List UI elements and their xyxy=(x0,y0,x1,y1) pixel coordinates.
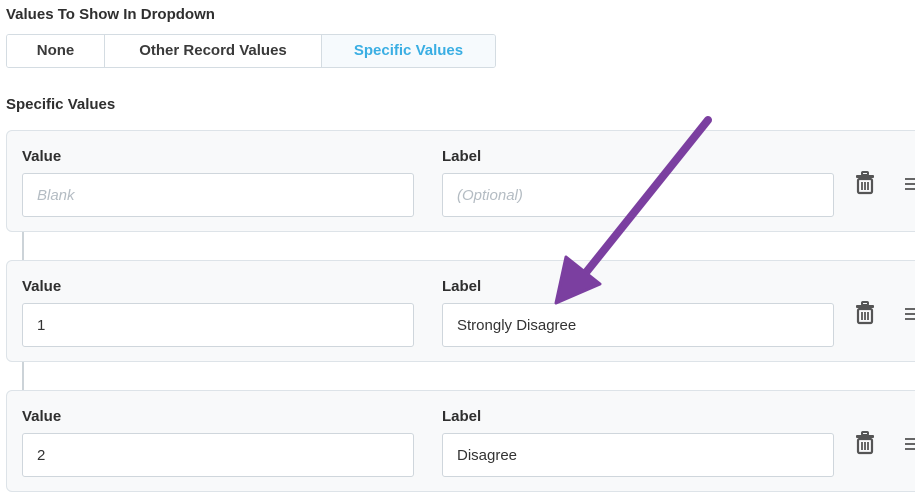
specific-value-row: Value Label xyxy=(6,260,915,362)
trash-icon[interactable] xyxy=(855,301,875,325)
drag-handle-icon[interactable] xyxy=(905,303,915,325)
label-field-label: Label xyxy=(442,408,482,425)
trash-icon[interactable] xyxy=(855,171,875,195)
specific-values-title: Specific Values xyxy=(6,96,116,113)
label-input[interactable] xyxy=(442,173,834,217)
option-specific-values-button[interactable]: Specific Values xyxy=(322,35,495,67)
option-other-record-values-button[interactable]: Other Record Values xyxy=(105,35,322,67)
row-connector xyxy=(22,362,24,390)
option-none-button[interactable]: None xyxy=(7,35,105,67)
value-field-label: Value xyxy=(22,148,62,165)
value-field-label: Value xyxy=(22,278,62,295)
label-input[interactable] xyxy=(442,303,834,347)
value-input[interactable] xyxy=(22,433,414,477)
drag-handle-icon[interactable] xyxy=(905,433,915,455)
specific-value-row: Value Label xyxy=(6,390,915,492)
value-input[interactable] xyxy=(22,303,414,347)
values-source-segmented-control: None Other Record Values Specific Values xyxy=(6,34,496,68)
value-input[interactable] xyxy=(22,173,414,217)
trash-icon[interactable] xyxy=(855,431,875,455)
values-dropdown-title: Values To Show In Dropdown xyxy=(6,6,215,23)
specific-value-row: Value Label xyxy=(6,130,915,232)
value-field-label: Value xyxy=(22,408,62,425)
label-input[interactable] xyxy=(442,433,834,477)
label-field-label: Label xyxy=(442,278,482,295)
row-connector xyxy=(22,232,24,260)
label-field-label: Label xyxy=(442,148,482,165)
drag-handle-icon[interactable] xyxy=(905,173,915,195)
